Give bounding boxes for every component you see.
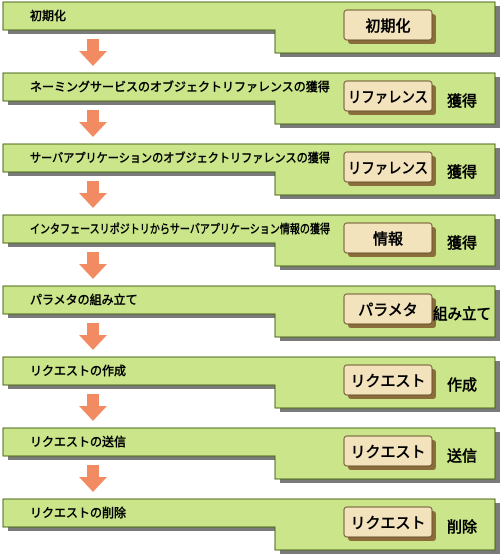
- flow-arrow-down-icon: [79, 39, 107, 66]
- step-label: ネーミングサービスのオブジェクトリファレンスの獲得: [30, 79, 330, 94]
- step-label: 初期化: [30, 8, 66, 23]
- step-action-label: 獲得: [447, 163, 477, 181]
- flow-arrow-down-icon: [79, 394, 107, 421]
- step-tag-label: リファレンス: [348, 159, 428, 177]
- step-tag-label: リクエスト: [350, 514, 425, 532]
- step-tag-label: リクエスト: [350, 443, 425, 461]
- step-label: インタフェースリポジトリからサーバアプリケーション情報の獲得: [30, 221, 330, 236]
- flow-arrow-down-icon: [79, 465, 107, 492]
- step-tag-label: パラメタ: [358, 301, 418, 319]
- flow-arrow-down-icon: [79, 252, 107, 279]
- step-action-label: 作成: [447, 376, 477, 394]
- flow-diagram: 初期化初期化ネーミングサービスのオブジェクトリファレンスの獲得リファレンス 獲得サ…: [2, 1, 500, 554]
- step-action-label: 送信: [446, 447, 477, 465]
- flow-arrow-down-icon: [79, 110, 107, 137]
- step-action-label: 削除: [447, 518, 478, 536]
- step-label: リクエストの送信: [30, 434, 126, 449]
- flow-arrow-down-icon: [79, 323, 107, 350]
- step-tag-label: リクエスト: [350, 372, 425, 390]
- step-label: サーバアプリケーションのオブジェクトリファレンスの獲得: [30, 150, 330, 165]
- step-action-label: 組み立て: [433, 305, 491, 323]
- step-tag-label: 初期化: [365, 17, 410, 35]
- step-tag-label: 情報: [373, 230, 404, 248]
- step-tag-label: リファレンス: [348, 88, 428, 106]
- step-label: リクエストの作成: [30, 363, 126, 378]
- flow-arrow-down-icon: [79, 181, 107, 208]
- step-label: パラメタの組み立て: [30, 292, 138, 307]
- step-label: リクエストの削除: [30, 505, 127, 520]
- step-action-label: 獲得: [447, 92, 477, 110]
- step-action-label: 獲得: [447, 234, 477, 252]
